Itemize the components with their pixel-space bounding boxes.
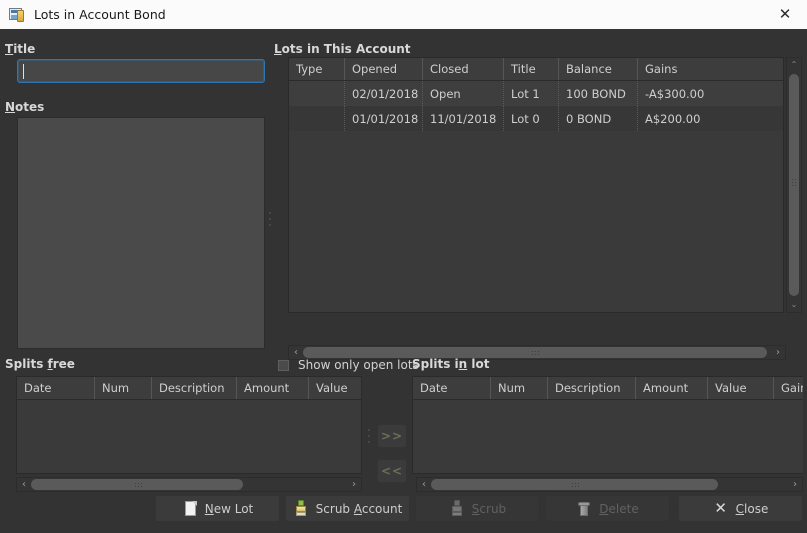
lots-table-header: Type Opened Closed Title Balance Gains <box>289 58 783 81</box>
lots-in-account-window: Lots in Account Bond ✕ Title Notes Lots … <box>0 0 807 533</box>
splits-free-column-header-num[interactable]: Num <box>95 377 152 399</box>
lots-cell-opened: 02/01/2018 <box>345 81 423 106</box>
splits-in-lot-column-header-num[interactable]: Num <box>491 377 548 399</box>
splits-in-lot-table-header: Date Num Description Amount Value Gain/L <box>413 377 803 400</box>
table-row[interactable]: 02/01/2018 Open Lot 1 100 BOND -A$300.00 <box>289 81 783 106</box>
notes-field-label: Notes <box>5 100 45 114</box>
lots-table[interactable]: Type Opened Closed Title Balance Gains 0… <box>288 57 784 313</box>
splits-in-lot-column-header-date[interactable]: Date <box>413 377 491 399</box>
new-lot-button[interactable]: New Lot <box>155 495 280 522</box>
scroll-down-icon[interactable]: ⌄ <box>787 298 801 312</box>
lots-column-header-closed[interactable]: Closed <box>423 58 504 80</box>
scroll-right-icon[interactable]: › <box>788 478 802 491</box>
splits-free-label: Splits free <box>5 357 75 371</box>
add-split-button[interactable]: >> <box>377 424 407 448</box>
remove-split-button[interactable]: << <box>377 459 407 483</box>
lots-cell-opened: 01/01/2018 <box>345 106 423 131</box>
lots-cell-type <box>289 106 345 131</box>
splits-in-lot-column-header-amount[interactable]: Amount <box>636 377 708 399</box>
lots-column-header-balance[interactable]: Balance <box>559 58 638 80</box>
footer-button-bar: New Lot Scrub Account Scrub Delete ✕ Clo… <box>0 495 807 533</box>
lots-column-header-title[interactable]: Title <box>504 58 559 80</box>
brush-icon <box>449 500 465 517</box>
text-caret <box>23 64 24 79</box>
new-document-icon <box>182 500 198 517</box>
splits-free-column-header-date[interactable]: Date <box>17 377 95 399</box>
lots-cell-closed: 11/01/2018 <box>423 106 504 131</box>
scrollbar-grip-icon <box>791 178 797 186</box>
close-button[interactable]: ✕ Close <box>678 495 803 522</box>
close-button-label: Close <box>735 501 769 516</box>
lots-column-header-gains[interactable]: Gains <box>638 58 783 80</box>
lots-cell-balance: 0 BOND <box>559 106 638 131</box>
account-lots-icon <box>9 7 26 23</box>
scrollbar-track[interactable] <box>31 478 347 491</box>
lots-cell-title: Lot 0 <box>504 106 559 131</box>
lots-column-header-opened[interactable]: Opened <box>345 58 423 80</box>
scrub-account-button-label: Scrub Account <box>315 501 403 516</box>
window-title: Lots in Account Bond <box>34 7 166 22</box>
delete-button[interactable]: Delete <box>545 495 670 522</box>
trash-icon <box>576 500 592 517</box>
splits-free-horizontal-scrollbar[interactable]: ‹ › <box>16 477 362 492</box>
vertical-splitter[interactable] <box>266 64 274 354</box>
scroll-up-icon[interactable]: ⌃ <box>787 58 801 72</box>
lots-cell-gains: -A$300.00 <box>645 86 705 101</box>
dialog-body: Title Notes Lots in This Account Type Op… <box>0 29 807 533</box>
table-row[interactable]: 01/01/2018 11/01/2018 Lot 0 0 BOND A$200… <box>289 106 783 131</box>
splits-free-table[interactable]: Date Num Description Amount Value <box>16 376 362 474</box>
lots-vertical-scrollbar[interactable]: ⌃ ⌄ <box>786 57 802 313</box>
splits-in-lot-table[interactable]: Date Num Description Amount Value Gain/L <box>412 376 803 474</box>
scrollbar-grip-icon <box>531 350 539 356</box>
splits-in-lot-label: Splits in lot <box>412 357 490 371</box>
lots-cell-closed: Open <box>423 81 504 106</box>
title-field-label: Title <box>5 42 36 56</box>
title-input[interactable] <box>17 59 265 83</box>
scrub-button-label: Scrub <box>471 501 507 516</box>
splits-in-lot-column-header-description[interactable]: Description <box>548 377 636 399</box>
splits-free-table-header: Date Num Description Amount Value <box>17 377 361 400</box>
checkbox-box-icon[interactable] <box>278 359 289 371</box>
close-window-button[interactable]: ✕ <box>763 0 807 28</box>
scrollbar-grip-icon <box>134 482 142 488</box>
scrollbar-track[interactable] <box>431 478 788 491</box>
lots-panel-label: Lots in This Account <box>274 42 411 56</box>
scrub-button[interactable]: Scrub <box>415 495 540 522</box>
notes-textarea[interactable] <box>17 117 265 349</box>
splits-free-column-header-description[interactable]: Description <box>152 377 237 399</box>
lots-cell-title: Lot 1 <box>504 81 559 106</box>
show-only-open-lots-label: Show only open lots <box>298 358 419 372</box>
title-bar: Lots in Account Bond ✕ <box>0 0 807 30</box>
splits-in-lot-column-header-value[interactable]: Value <box>708 377 774 399</box>
scroll-right-icon[interactable]: › <box>771 346 785 359</box>
scrub-account-button[interactable]: Scrub Account <box>285 495 410 522</box>
transfer-buttons: >> << <box>377 424 409 494</box>
scroll-right-icon[interactable]: › <box>347 478 361 491</box>
scroll-left-icon[interactable]: ‹ <box>417 478 431 491</box>
brush-icon <box>293 500 309 517</box>
splits-in-lot-horizontal-scrollbar[interactable]: ‹ › <box>416 477 803 492</box>
scroll-left-icon[interactable]: ‹ <box>17 478 31 491</box>
scrollbar-grip-icon <box>571 482 579 488</box>
lots-column-header-type[interactable]: Type <box>289 58 345 80</box>
delete-button-label: Delete <box>599 501 639 516</box>
splits-free-column-header-amount[interactable]: Amount <box>237 377 309 399</box>
lots-cell-type <box>289 81 345 106</box>
close-x-icon: ✕ <box>714 499 727 517</box>
show-only-open-lots-checkbox[interactable]: Show only open lots <box>274 358 419 372</box>
splits-free-column-header-value[interactable]: Value <box>309 377 361 399</box>
lots-cell-balance: 100 BOND <box>559 81 638 106</box>
new-lot-button-label: New Lot <box>204 501 254 516</box>
splits-in-lot-clip: Date Num Description Amount Value Gain/L <box>412 376 803 476</box>
splits-in-lot-column-header-gain-loss[interactable]: Gain/L <box>774 377 803 399</box>
lots-cell-gains: A$200.00 <box>645 111 701 126</box>
